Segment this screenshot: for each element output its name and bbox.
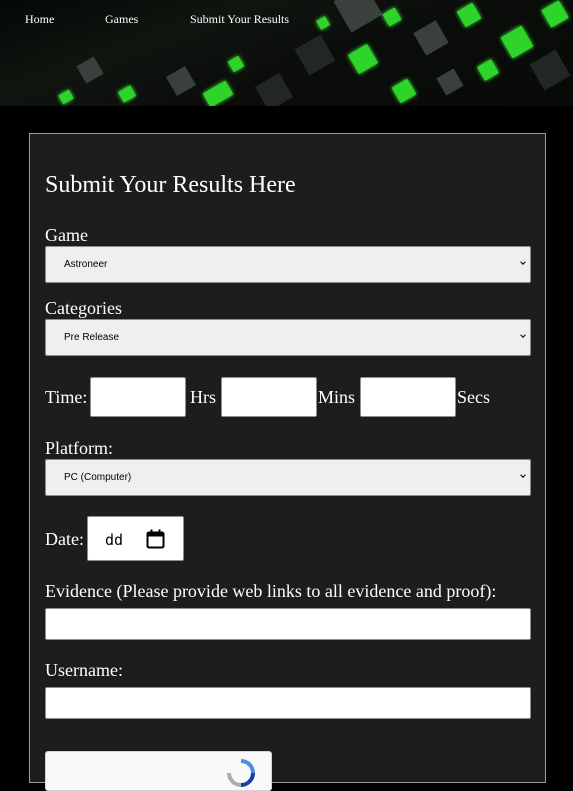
minutes-unit-label: Mins xyxy=(318,387,356,407)
game-select[interactable]: Astroneer xyxy=(45,246,531,283)
seconds-input[interactable] xyxy=(360,377,456,417)
banner-cube xyxy=(413,20,449,56)
time-label: Time: xyxy=(45,387,88,407)
chevron-down-icon xyxy=(520,334,526,338)
banner-cube xyxy=(294,34,336,76)
game-select-value: Astroneer xyxy=(64,259,108,270)
banner-cube xyxy=(347,43,379,75)
calendar-icon[interactable] xyxy=(146,529,165,549)
nav-submit-results-link[interactable]: Submit Your Results xyxy=(190,12,289,27)
date-input[interactable]: dd xyxy=(87,516,184,561)
banner-cube xyxy=(436,68,464,96)
banner-cube xyxy=(529,49,571,91)
categories-label: Categories xyxy=(45,298,122,318)
date-label: Date: xyxy=(45,529,84,549)
banner-cube xyxy=(500,25,534,59)
recaptcha-icon xyxy=(227,759,255,787)
username-label: Username: xyxy=(45,660,123,680)
banner-cube xyxy=(202,80,234,106)
banner-cube xyxy=(76,56,104,84)
seconds-unit-label: Secs xyxy=(457,387,490,407)
evidence-label: Evidence (Please provide web links to al… xyxy=(45,581,497,601)
recaptcha-widget[interactable] xyxy=(45,751,272,791)
hours-input[interactable] xyxy=(90,377,186,417)
hours-unit-label: Hrs xyxy=(190,387,216,407)
date-input-value: dd xyxy=(105,531,124,549)
banner-cube xyxy=(456,2,482,28)
banner-cube xyxy=(391,78,417,104)
categories-select[interactable]: Pre Release xyxy=(45,319,531,356)
nav-home-link[interactable]: Home xyxy=(25,12,54,27)
username-input[interactable] xyxy=(45,687,531,719)
banner-cube xyxy=(477,59,499,81)
platform-select-value: PC (Computer) xyxy=(64,472,132,483)
minutes-input[interactable] xyxy=(221,377,317,417)
platform-label: Platform: xyxy=(45,438,113,458)
categories-select-value: Pre Release xyxy=(64,332,120,343)
banner-cube xyxy=(117,85,137,103)
evidence-input[interactable] xyxy=(45,608,531,640)
chevron-down-icon xyxy=(520,474,526,478)
banner-cube xyxy=(333,0,383,33)
banner-cube xyxy=(58,89,74,105)
page-title: Submit Your Results Here xyxy=(45,172,296,198)
nav-games-link[interactable]: Games xyxy=(105,12,138,27)
banner-cube xyxy=(382,7,402,27)
banner-cube xyxy=(227,55,245,73)
banner-cube xyxy=(254,72,294,106)
banner-cube xyxy=(316,16,330,30)
header-banner: Home Games Submit Your Results xyxy=(0,0,573,106)
platform-select[interactable]: PC (Computer) xyxy=(45,459,531,496)
banner-cube xyxy=(541,0,569,28)
game-label: Game xyxy=(45,225,88,245)
chevron-down-icon xyxy=(520,261,526,265)
banner-cube xyxy=(165,65,197,97)
